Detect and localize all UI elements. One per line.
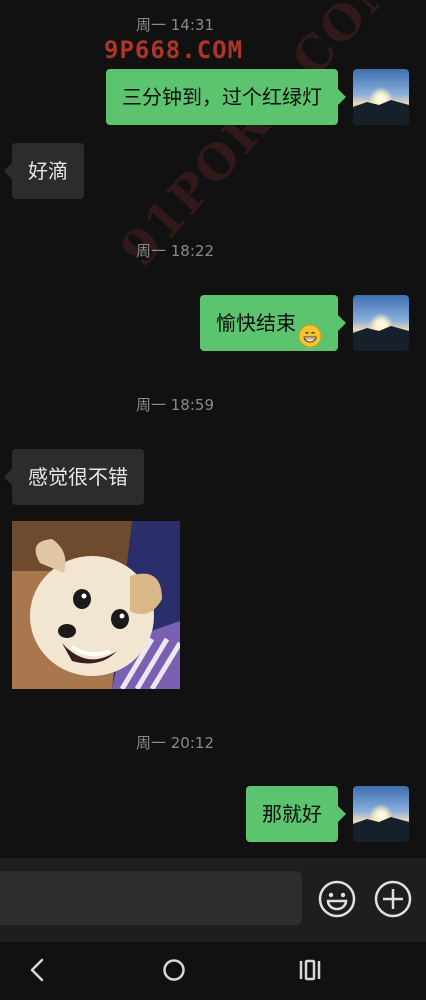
chat-area[interactable]: 9P668.COM 91PORN.COM 周一 14:31 三分钟到，过个红绿灯… — [0, 0, 426, 858]
incoming-message[interactable]: 感觉很不错 — [4, 449, 144, 505]
grinning-face-icon — [298, 313, 322, 347]
my-avatar[interactable] — [353, 786, 409, 842]
my-avatar[interactable] — [353, 69, 409, 125]
timestamp: 周一 14:31 — [136, 16, 214, 34]
message-text: 愉快结束 — [216, 311, 296, 335]
outgoing-message[interactable]: 愉快结束 — [200, 295, 346, 351]
home-circle-icon[interactable] — [154, 952, 194, 988]
dog-sticker-image[interactable] — [12, 521, 183, 691]
outgoing-message[interactable]: 那就好 — [246, 786, 346, 842]
recents-icon[interactable] — [290, 952, 330, 988]
back-chevron-icon[interactable] — [18, 952, 58, 988]
smiley-icon[interactable] — [317, 879, 357, 919]
incoming-message[interactable]: 好滴 — [4, 143, 84, 199]
timestamp: 周一 18:59 — [136, 396, 214, 414]
system-navigation-bar — [0, 942, 426, 1000]
timestamp: 周一 20:12 — [136, 734, 214, 752]
outgoing-message[interactable]: 三分钟到，过个红绿灯 — [106, 69, 346, 125]
timestamp: 周一 18:22 — [136, 242, 214, 260]
plus-circle-icon[interactable] — [373, 879, 413, 919]
watermark-text: 9P668.COM — [104, 36, 244, 64]
input-bar — [0, 858, 426, 942]
message-input[interactable] — [0, 871, 302, 925]
my-avatar[interactable] — [353, 295, 409, 351]
